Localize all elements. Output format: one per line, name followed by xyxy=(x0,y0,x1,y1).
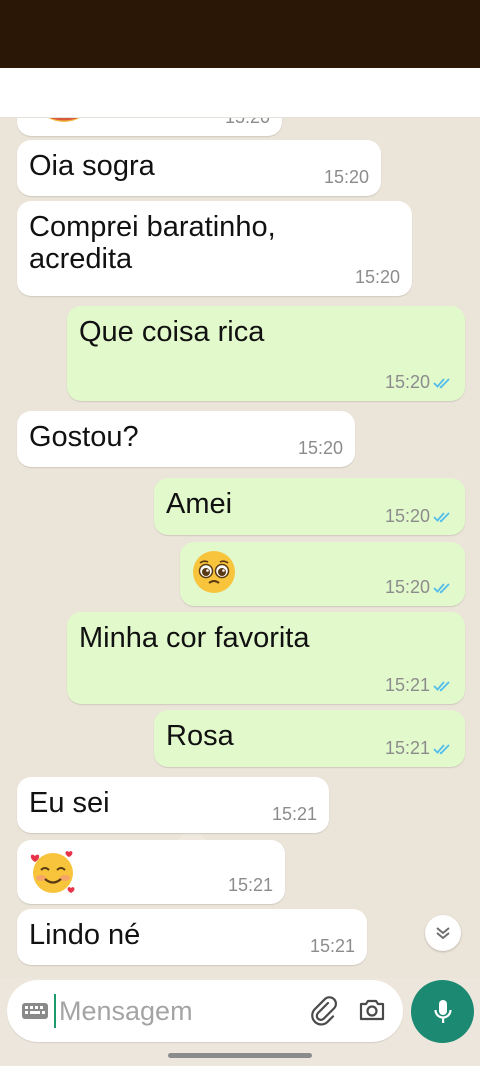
message-time: 15:21 xyxy=(271,804,317,824)
message-input[interactable] xyxy=(59,992,249,1030)
message-text: Minha cor favorita xyxy=(79,622,310,654)
message-text: Comprei baratinho, acredita xyxy=(29,211,276,275)
message-5[interactable]: Amei 15:20 xyxy=(154,478,465,535)
message-time: 15:20 xyxy=(297,438,343,458)
scroll-to-bottom-button[interactable] xyxy=(425,915,461,951)
message-6[interactable]: 15:20 xyxy=(180,542,465,606)
message-7[interactable]: Minha cor favorita 15:21 xyxy=(67,612,465,704)
message-text: Lindo né xyxy=(29,919,141,951)
mic-button[interactable] xyxy=(411,980,474,1043)
message-10[interactable]: 15:21 xyxy=(17,840,285,904)
read-ticks-icon xyxy=(433,582,450,594)
read-ticks-icon xyxy=(433,743,450,755)
message-2[interactable]: Comprei baratinho, acredita 15:20 xyxy=(17,201,412,296)
chevron-double-down-icon xyxy=(436,927,450,940)
message-3[interactable]: Que coisa rica 15:20 xyxy=(67,306,465,401)
message-time: 15:20 xyxy=(323,167,369,187)
keyboard-icon[interactable] xyxy=(21,1000,49,1022)
message-8[interactable]: Rosa 15:21 xyxy=(154,710,465,767)
message-9[interactable]: Eu sei 15:21 xyxy=(17,777,329,833)
message-time: 15:20 xyxy=(354,267,400,287)
message-text: Rosa xyxy=(166,720,234,752)
status-bar xyxy=(0,0,480,68)
navigation-bar xyxy=(0,1050,480,1066)
message-0[interactable]: 15:20 xyxy=(17,118,282,136)
message-time: 15:20 xyxy=(225,118,270,128)
partial-emoji-icon xyxy=(48,118,80,122)
composer xyxy=(0,978,480,1050)
message-time: 15:21 xyxy=(309,936,355,956)
chat-header xyxy=(0,68,480,118)
pleading-face-icon xyxy=(193,551,235,593)
home-indicator[interactable] xyxy=(168,1053,312,1058)
attach-icon[interactable] xyxy=(309,996,339,1026)
message-time: 15:21 xyxy=(227,875,273,895)
read-ticks-icon xyxy=(433,377,450,389)
message-text: Eu sei xyxy=(29,787,110,819)
message-text: Gostou? xyxy=(29,421,139,453)
message-time-value: 15:21 xyxy=(384,738,430,758)
mic-icon xyxy=(433,999,452,1023)
message-time-value: 15:20 xyxy=(384,506,430,526)
message-text: Que coisa rica xyxy=(79,316,265,348)
text-cursor xyxy=(54,994,56,1028)
message-text: Oia sogra xyxy=(29,150,155,182)
message-time-value: 15:21 xyxy=(384,675,430,695)
smiling-face-with-hearts-icon xyxy=(30,851,75,893)
message-time: 15:21 xyxy=(385,675,453,696)
message-text: Amei xyxy=(166,488,233,520)
read-ticks-icon xyxy=(433,511,450,523)
message-time: 15:20 xyxy=(385,506,453,527)
message-input-container[interactable] xyxy=(7,980,403,1042)
message-4[interactable]: Gostou? 15:20 xyxy=(17,411,355,467)
message-time-value: 15:20 xyxy=(384,372,430,392)
chat-area[interactable]: 15:20 Oia sogra 15:20 Comprei baratinho,… xyxy=(0,118,480,978)
message-time: 15:20 xyxy=(385,372,453,393)
message-time-value: 15:20 xyxy=(384,577,430,597)
camera-icon[interactable] xyxy=(358,997,386,1023)
read-ticks-icon xyxy=(433,680,450,692)
message-time: 15:20 xyxy=(385,577,453,598)
message-1[interactable]: Oia sogra 15:20 xyxy=(17,140,381,196)
message-time: 15:21 xyxy=(385,738,453,759)
message-11[interactable]: Lindo né 15:21 xyxy=(17,909,367,965)
